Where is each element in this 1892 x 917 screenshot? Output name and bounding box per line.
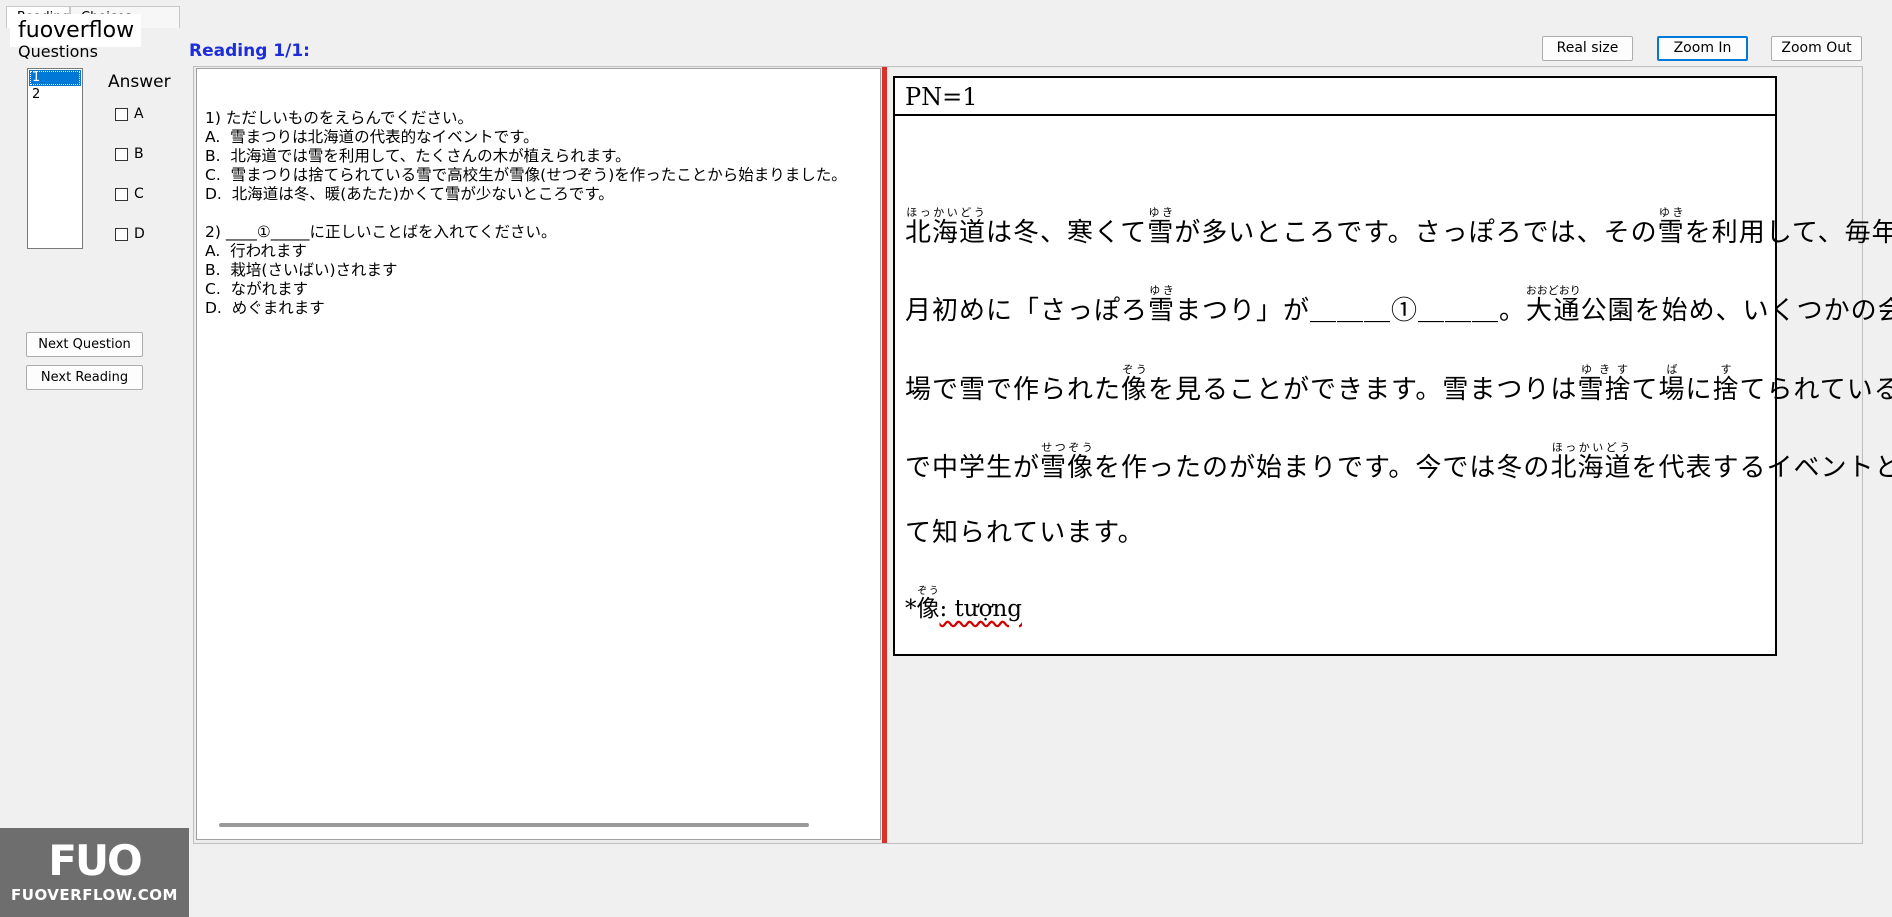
question-text-line: [205, 204, 847, 223]
question-text-pane[interactable]: 1) ただしいものをえらんでください。 A. 雪まつりは北海道の代表的なイベントで…: [196, 68, 881, 840]
question-text-line: B. 北海道では雪を利用して、たくさんの木が植えられます。: [205, 147, 631, 165]
question-text-line: 1) ただしいものをえらんでください。: [205, 109, 474, 127]
checkbox[interactable]: [115, 147, 128, 161]
answer-option-d[interactable]: D: [115, 225, 145, 243]
page-number: PN=1: [895, 78, 1775, 116]
footnote: *像ぞう: tượng: [905, 586, 1022, 622]
document-line: 場で雪で作られた像ぞうを見ることができます。雪まつりは雪捨ゆきすて場ばに捨すてら…: [905, 363, 1892, 405]
question-list[interactable]: 1 2: [27, 68, 83, 249]
question-text-line: B. 栽培(さいばい)されます: [205, 261, 398, 279]
document-line: で中学生が雪像せつぞうを作ったのが始まりです。今では冬の北海道ほっかいどうを代表…: [905, 441, 1892, 483]
questions-label: Questions: [18, 42, 98, 61]
question-list-item[interactable]: 2: [29, 87, 81, 103]
real-size-button[interactable]: Real size: [1542, 36, 1633, 61]
question-text-line: C. ながれます: [205, 280, 309, 298]
answer-option-b[interactable]: B: [115, 145, 144, 163]
zoom-in-button[interactable]: Zoom In: [1657, 36, 1748, 61]
question-text-line: 2) ____①_____に正しいことばを入れてください。: [205, 223, 557, 241]
checkbox[interactable]: [115, 107, 128, 121]
question-text: 1) ただしいものをえらんでください。 A. 雪まつりは北海道の代表的なイベントで…: [205, 109, 847, 318]
document-line: て知られています。: [905, 518, 1145, 548]
answer-option-label: D: [134, 226, 145, 242]
watermark: FUO FUOVERFLOW.COM: [0, 828, 189, 917]
checkbox[interactable]: [115, 187, 128, 201]
answer-option-a[interactable]: A: [115, 105, 144, 123]
document-line: 月初めに「さっぽろ雪ゆきまつり」が＿＿＿①＿＿＿。大通おおどおり公園を始め、いく…: [905, 284, 1892, 326]
question-text-line: A. 雪まつりは北海道の代表的なイベントです。: [205, 128, 539, 146]
document-line: 北海道ほっかいどうは冬、寒くて雪ゆきが多いところです。さっぽろでは、その雪ゆきを…: [905, 206, 1892, 248]
checkbox[interactable]: [115, 227, 128, 241]
reading-title: Reading 1/1:: [189, 41, 310, 61]
answer-option-label: C: [134, 186, 144, 202]
next-question-button[interactable]: Next Question: [26, 332, 143, 357]
question-text-line: C. 雪まつりは捨てられている雪で高校生が雪像(せつぞう)を作ったことから始まり…: [205, 166, 847, 184]
answer-option-c[interactable]: C: [115, 185, 144, 203]
answer-option-label: A: [134, 106, 144, 122]
zoom-out-button[interactable]: Zoom Out: [1771, 36, 1862, 61]
watermark-logo: FUO: [48, 836, 143, 885]
question-text-line: A. 行われます: [205, 242, 307, 260]
question-list-item[interactable]: 1: [29, 70, 81, 86]
watermark-site: FUOVERFLOW.COM: [11, 886, 178, 904]
question-text-line: D. めぐまれます: [205, 299, 325, 317]
question-text-line: D. 北海道は冬、暖(あたた)かくて雪が少ないところです。: [205, 185, 614, 203]
answer-option-label: B: [134, 146, 144, 162]
next-reading-button[interactable]: Next Reading: [26, 365, 143, 390]
reading-document-image: PN=1 北海道ほっかいどうは冬、寒くて雪ゆきが多いところです。さっぽろでは、そ…: [893, 76, 1892, 656]
answer-label: Answer: [108, 72, 171, 92]
horizontal-scrollbar[interactable]: [219, 823, 809, 827]
